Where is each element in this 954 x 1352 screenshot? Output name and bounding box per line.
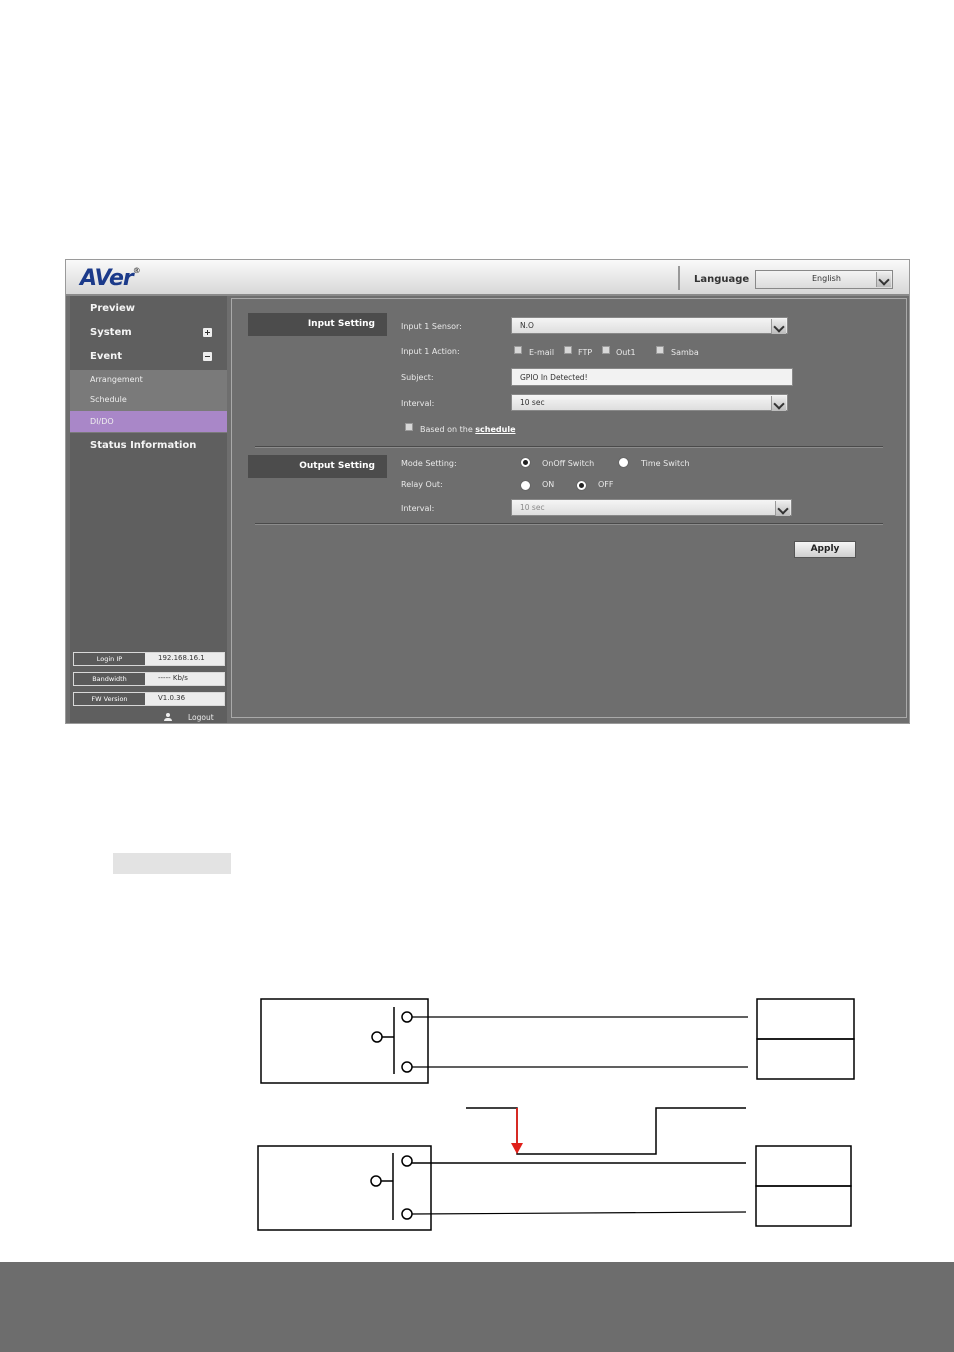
page: AVer® Language English Preview System Ev… (0, 0, 954, 1352)
sidebar: Preview System Event Arrangement Schedul… (70, 296, 227, 723)
sidebar-item-label: DI/DO (90, 417, 114, 426)
samba-label: Samba (671, 348, 699, 357)
sidebar-item-system[interactable]: System (90, 327, 132, 338)
divider (678, 266, 680, 290)
input-sensor-value: N.O (520, 321, 534, 330)
terminal-block (756, 998, 855, 1040)
chevron-down-icon[interactable] (771, 396, 786, 411)
input-interval-value: 10 sec (520, 398, 545, 407)
subject-label: Subject: (401, 373, 434, 382)
arrow-head-icon (511, 1143, 523, 1154)
top-bar: AVer® Language English (66, 260, 909, 296)
output-interval-select[interactable]: 10 sec (511, 499, 792, 516)
login-ip-row: Login IP 192.168.16.1 (73, 652, 225, 666)
switch-pivot (371, 1031, 383, 1043)
terminal-block (755, 1185, 852, 1227)
collapse-icon[interactable] (203, 352, 212, 361)
chevron-down-icon[interactable] (771, 319, 786, 334)
sidebar-item-status-information[interactable]: Status Information (90, 440, 196, 451)
relay-out-label: Relay Out: (401, 480, 443, 489)
ftp-label: FTP (578, 348, 593, 357)
time-switch-label: Time Switch (641, 459, 690, 468)
input-interval-select[interactable]: 10 sec (511, 394, 788, 411)
user-icon (164, 713, 172, 721)
sidebar-item-preview[interactable]: Preview (90, 303, 135, 314)
bandwidth-row: Bandwidth ----- Kb/s (73, 672, 225, 686)
contact-terminal (401, 1208, 413, 1220)
email-label: E-mail (529, 348, 555, 357)
fw-version-value: V1.0.36 (158, 694, 186, 702)
login-ip-label: Login IP (74, 653, 145, 665)
apply-button[interactable]: Apply (794, 541, 856, 558)
divider (255, 446, 883, 448)
main-content: Input Setting Input 1 Sensor: N.O Input … (231, 298, 907, 718)
highlight-bar (113, 853, 231, 874)
schedule-checkbox[interactable] (405, 423, 413, 431)
mode-setting-label: Mode Setting: (401, 459, 457, 468)
onoff-switch-radio[interactable] (520, 457, 531, 468)
fw-version-row: FW Version V1.0.36 (73, 692, 225, 706)
bandwidth-value: ----- Kb/s (158, 674, 188, 682)
signal-waveform (466, 1107, 746, 1155)
out1-checkbox[interactable] (602, 346, 610, 354)
wire (411, 1211, 747, 1215)
language-label: Language (694, 274, 750, 285)
chevron-down-icon[interactable] (876, 272, 891, 287)
input-interval-label: Interval: (401, 399, 435, 408)
sidebar-item-di-do[interactable]: DI/DO (70, 411, 227, 432)
sidebar-item-event[interactable]: Event (90, 351, 122, 362)
login-ip-value: 192.168.16.1 (158, 654, 205, 662)
schedule-text: Based on the schedule (420, 425, 516, 434)
subject-value: GPIO In Detected! (520, 373, 588, 382)
output-setting-header: Output Setting (248, 455, 387, 478)
chevron-down-icon[interactable] (775, 501, 790, 516)
out1-label: Out1 (616, 348, 636, 357)
schedule-link[interactable]: schedule (475, 425, 515, 434)
switch-pivot (370, 1175, 382, 1187)
ftp-checkbox[interactable] (564, 346, 572, 354)
time-switch-radio[interactable] (618, 457, 629, 468)
divider (255, 523, 883, 525)
relay-on-label: ON (542, 480, 555, 489)
expand-icon[interactable] (203, 328, 212, 337)
bandwidth-label: Bandwidth (74, 673, 145, 685)
fw-version-label: FW Version (74, 693, 145, 705)
output-interval-label: Interval: (401, 504, 435, 513)
page-footer (0, 1262, 954, 1352)
subject-input[interactable]: GPIO In Detected! (511, 368, 793, 386)
sidebar-item-arrangement[interactable]: Arrangement (90, 375, 143, 384)
samba-checkbox[interactable] (656, 346, 664, 354)
output-interval-value: 10 sec (520, 503, 545, 512)
contact-terminal (401, 1061, 413, 1073)
language-value: English (812, 274, 841, 283)
terminal-block (755, 1145, 852, 1187)
input-action-label: Input 1 Action: (401, 347, 460, 356)
contact-terminal (401, 1011, 413, 1023)
web-ui-screenshot: AVer® Language English Preview System Ev… (65, 259, 910, 724)
email-checkbox[interactable] (514, 346, 522, 354)
relay-off-label: OFF (598, 480, 614, 489)
aver-logo: AVer® (80, 266, 141, 291)
input-setting-header: Input Setting (248, 313, 387, 336)
relay-off-radio[interactable] (576, 480, 587, 491)
language-select[interactable]: English (755, 270, 893, 289)
contact-terminal (401, 1155, 413, 1167)
relay-wiring-diagram (257, 998, 855, 1231)
sidebar-item-schedule[interactable]: Schedule (90, 395, 127, 404)
onoff-switch-label: OnOff Switch (542, 459, 595, 468)
relay-on-radio[interactable] (520, 480, 531, 491)
input-sensor-select[interactable]: N.O (511, 317, 788, 334)
logout-link[interactable]: Logout (188, 713, 214, 722)
terminal-block (756, 1038, 855, 1080)
input-sensor-label: Input 1 Sensor: (401, 322, 462, 331)
